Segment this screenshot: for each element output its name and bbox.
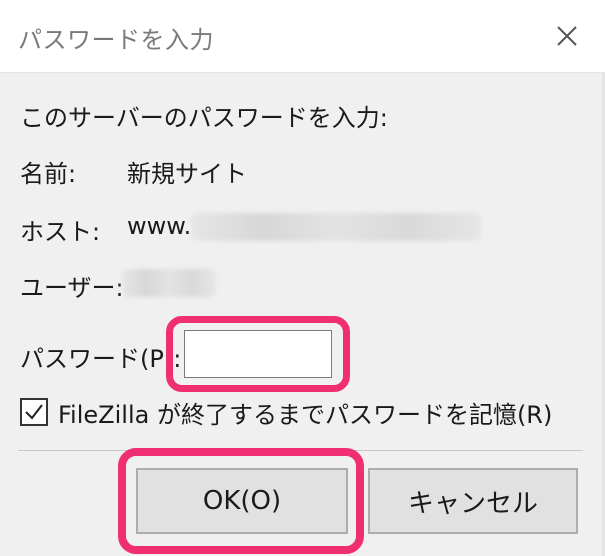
title-bar: パスワードを入力 [0, 0, 605, 73]
password-label: パスワード(P): [20, 345, 182, 373]
user-label: ユーザー: [20, 274, 124, 302]
user-value [122, 268, 216, 297]
cancel-button[interactable]: キャンセル [368, 468, 578, 534]
dialog-title: パスワードを入力 [18, 26, 214, 54]
name-value: 新規サイト [127, 160, 247, 188]
host-label: ホスト: [20, 218, 101, 246]
checkbox-box[interactable] [20, 398, 48, 426]
host-value-prefix: www. [127, 212, 192, 240]
prompt-text: このサーバーのパスワードを入力: [20, 104, 388, 132]
name-label: 名前: [20, 160, 77, 188]
ok-highlight [118, 448, 364, 554]
remember-label: FileZilla が終了するまでパスワードを記憶(R) [58, 400, 553, 429]
host-value: www. [127, 212, 482, 241]
checkmark-icon [25, 404, 43, 420]
remember-checkbox[interactable]: FileZilla が終了するまでパスワードを記憶(R) [20, 396, 553, 429]
close-icon [557, 26, 577, 46]
close-button[interactable] [529, 0, 605, 72]
password-highlight [166, 316, 350, 392]
user-redacted [122, 269, 216, 297]
dialog-body: このサーバーのパスワードを入力: 名前: 新規サイト ホスト: www. ユーザ… [0, 72, 605, 556]
host-redacted [191, 213, 482, 241]
password-dialog: パスワードを入力 このサーバーのパスワードを入力: 名前: 新規サイト ホスト:… [0, 0, 605, 556]
